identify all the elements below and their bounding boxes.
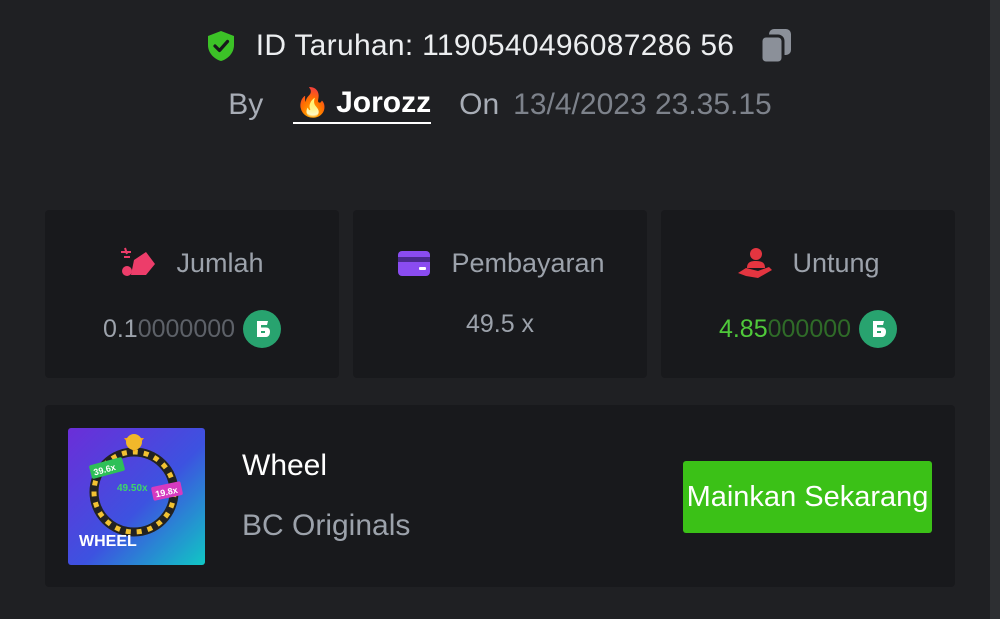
verified-shield-icon (207, 31, 234, 61)
profit-value-main: 4.85 (718, 314, 768, 343)
profit-card: Untung 4.85 000000 (661, 210, 955, 378)
fire-icon: 🔥 (295, 87, 331, 118)
game-thumbnail[interactable]: 39.6x 49.50x 19.8x WHEEL (68, 428, 205, 565)
bet-id-text: ID Taruhan: 1190540496087286 56 (255, 29, 735, 62)
bet-author-row: By 🔥 Jorozz On 13/4/2023 23.35.15 (0, 82, 1000, 128)
play-now-button[interactable]: Mainkan Sekarang (683, 461, 932, 533)
username: Jorozz (336, 86, 432, 119)
thumb-title: WHEEL (79, 533, 137, 550)
amount-card: Jumlah 0.1 0000000 (45, 210, 339, 378)
by-label: By (228, 88, 264, 121)
payout-card: Pembayaran 49.5 x (353, 210, 647, 378)
bet-coins-icon (121, 247, 156, 276)
bet-date: 13/4/2023 23.35.15 (513, 88, 772, 121)
game-panel: 39.6x 49.50x 19.8x WHEEL Wheel BC Origin… (45, 405, 955, 587)
copy-icon[interactable] (756, 26, 796, 66)
amount-value-decimals: 0000000 (137, 314, 236, 343)
game-provider: BC Originals (242, 509, 411, 542)
payout-label: Pembayaran (451, 247, 605, 278)
bcd-coin-icon (859, 310, 898, 348)
wallet-card-icon (398, 251, 431, 276)
hand-profit-icon (738, 248, 773, 278)
user-link[interactable]: 🔥 Jorozz (293, 86, 432, 124)
bcd-coin-icon (243, 310, 282, 348)
profit-value: 4.85 000000 (661, 310, 955, 348)
amount-value-main: 0.1 (102, 314, 138, 343)
payout-value: 49.5 x (465, 310, 535, 338)
bet-id-row: ID Taruhan: 1190540496087286 56 (0, 22, 1000, 70)
amount-label: Jumlah (176, 247, 264, 278)
thumb-multiplier: 49.50x (117, 483, 148, 494)
game-name[interactable]: Wheel (242, 449, 327, 483)
amount-value: 0.1 0000000 (45, 310, 339, 348)
on-label: On (459, 88, 500, 121)
profit-label: Untung (792, 247, 880, 278)
profit-value-decimals: 000000 (767, 314, 852, 343)
